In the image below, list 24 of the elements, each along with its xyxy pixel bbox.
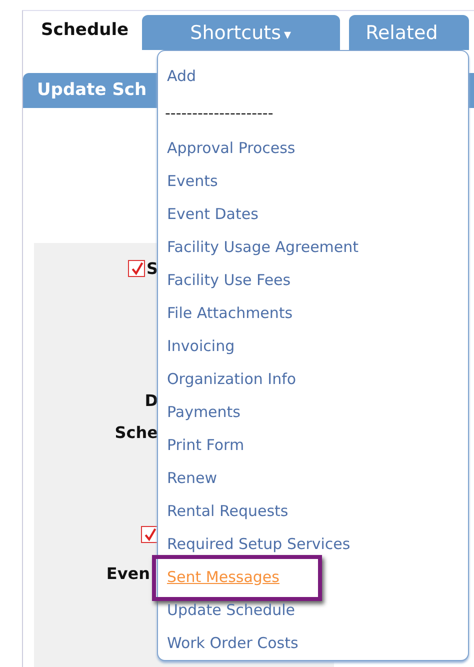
menu-item[interactable]: File Attachments: [167, 304, 293, 322]
menu-item[interactable]: Work Order Costs: [167, 634, 298, 652]
menu-item[interactable]: Events: [167, 172, 218, 190]
field-label: Even: [106, 564, 150, 583]
tab[interactable]: Related: [348, 15, 469, 50]
menu-item[interactable]: Facility Use Fees: [167, 270, 291, 288]
field-label: D: [144, 391, 158, 410]
field-label: S: [146, 259, 158, 278]
checkbox[interactable]: [128, 260, 146, 277]
menu-item[interactable]: Facility Usage Agreement: [167, 238, 359, 256]
tab[interactable]: Shortcuts▾: [142, 15, 340, 50]
menu-item[interactable]: Payments: [167, 402, 240, 420]
menu-item[interactable]: Renew: [167, 468, 217, 486]
page-title: Schedule: [41, 20, 129, 40]
field-label: Sche: [114, 423, 158, 442]
menu-item[interactable]: Print Form: [167, 436, 244, 454]
checkbox[interactable]: [141, 526, 158, 543]
menu-item[interactable]: Required Setup Services: [167, 534, 350, 552]
menu-item[interactable]: Approval Process: [167, 138, 296, 156]
menu-item[interactable]: Invoicing: [167, 336, 235, 354]
menu-item[interactable]: Rental Requests: [167, 502, 288, 520]
menu-item[interactable]: Event Dates: [167, 204, 258, 222]
menu-item[interactable]: Update Schedule: [167, 600, 296, 618]
menu-item[interactable]: Organization Info: [167, 370, 296, 388]
